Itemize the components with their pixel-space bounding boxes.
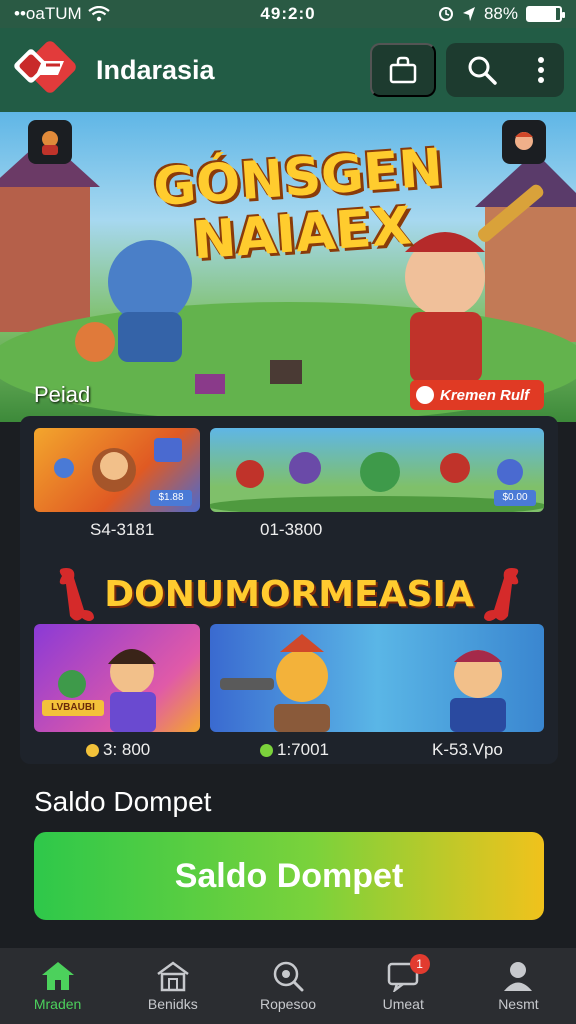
search-icon[interactable] xyxy=(466,54,498,86)
character-icon xyxy=(515,132,533,150)
badge-dot-icon xyxy=(416,386,434,404)
battery-icon xyxy=(526,6,565,22)
coin-icon xyxy=(260,743,273,757)
app-header: Indarasia xyxy=(0,28,576,112)
card-price: 1:7001 xyxy=(260,740,329,760)
hero-right-avatar[interactable] xyxy=(502,120,546,164)
nav-label: Ropesoo xyxy=(259,996,317,1012)
nav-item-messages[interactable]: 1 Umeat xyxy=(346,948,461,1024)
status-right: 88% xyxy=(372,4,565,24)
store-icon xyxy=(157,961,189,992)
nav-label: Nesmt xyxy=(498,996,539,1012)
game-card[interactable]: $0.00 xyxy=(210,428,544,512)
header-actions xyxy=(446,43,564,97)
logo-icon[interactable] xyxy=(12,39,86,101)
card-tag: $0.00 xyxy=(494,490,536,506)
hero-banner[interactable]: GÓNSGEN NAIAEX Peiad Kremen Rulf xyxy=(0,112,576,422)
hero-badge-label: Kremen Rulf xyxy=(440,386,530,404)
card-tag: $1.88 xyxy=(150,490,192,506)
bone-right-icon xyxy=(483,568,518,621)
section-label: Peiad xyxy=(34,382,91,407)
nav-item-home[interactable]: Mraden xyxy=(0,948,115,1024)
location-icon xyxy=(462,7,475,21)
hero-badge[interactable]: Kremen Rulf xyxy=(410,380,544,410)
coin-icon xyxy=(86,743,99,757)
profile-icon xyxy=(504,962,533,991)
hero-left-avatar[interactable] xyxy=(28,120,72,164)
bag-icon xyxy=(389,56,417,84)
battery-fill xyxy=(528,8,557,20)
notification-badge: 1 xyxy=(409,954,430,974)
nav-label: Mraden xyxy=(33,996,82,1012)
carrier-label: ••oaTUM xyxy=(14,4,82,23)
card-price: 3: 800 xyxy=(86,740,150,760)
home-icon xyxy=(41,962,74,990)
game-card[interactable]: $1.88 xyxy=(34,428,200,512)
card-price: S4-3181 xyxy=(90,520,155,539)
promo-title: DONUMORMEASIA xyxy=(104,573,474,615)
game-art xyxy=(220,634,506,732)
battery-percent: 88% xyxy=(483,4,518,23)
wallet-heading: Saldo Dompet xyxy=(34,786,212,817)
game-panel: $1.88 S4-3181 $0.00 01-3800 DONUMORMEASI… xyxy=(20,416,558,764)
app-title: Indarasia xyxy=(96,54,215,85)
status-left: ••oaTUM xyxy=(14,4,204,24)
card-price: 01-3800 xyxy=(260,520,323,539)
wallet-button[interactable]: Saldo Dompet xyxy=(34,832,544,920)
nav-item-store[interactable]: Benidks xyxy=(115,948,230,1024)
status-bar: ••oaTUM 49:2:0 88% xyxy=(0,0,576,28)
nav-item-search[interactable]: Ropesoo xyxy=(230,948,345,1024)
nav-label: Benidks xyxy=(147,996,198,1012)
search-icon xyxy=(273,961,304,992)
card-tag: LVBAUBI xyxy=(42,700,104,716)
game-card[interactable]: LVBAUBI xyxy=(34,624,200,732)
more-vert-icon[interactable] xyxy=(537,56,545,84)
game-card[interactable] xyxy=(210,624,544,732)
card-price: K-53.Vpo xyxy=(432,740,503,759)
character-icon xyxy=(42,131,58,155)
nav-label: Umeat xyxy=(382,996,424,1012)
status-time: 49:2:0 xyxy=(260,4,316,23)
bag-button[interactable] xyxy=(370,43,436,97)
nav-item-profile[interactable]: Nesmt xyxy=(461,948,576,1024)
bone-left-icon xyxy=(60,568,95,621)
sync-icon xyxy=(438,7,453,21)
hero-title: GÓNSGEN NAIAEX xyxy=(151,138,445,272)
wifi-icon xyxy=(87,6,110,22)
bottom-nav: Mraden Benidks Ropesoo 1 Umeat Nesmt xyxy=(0,948,576,1024)
